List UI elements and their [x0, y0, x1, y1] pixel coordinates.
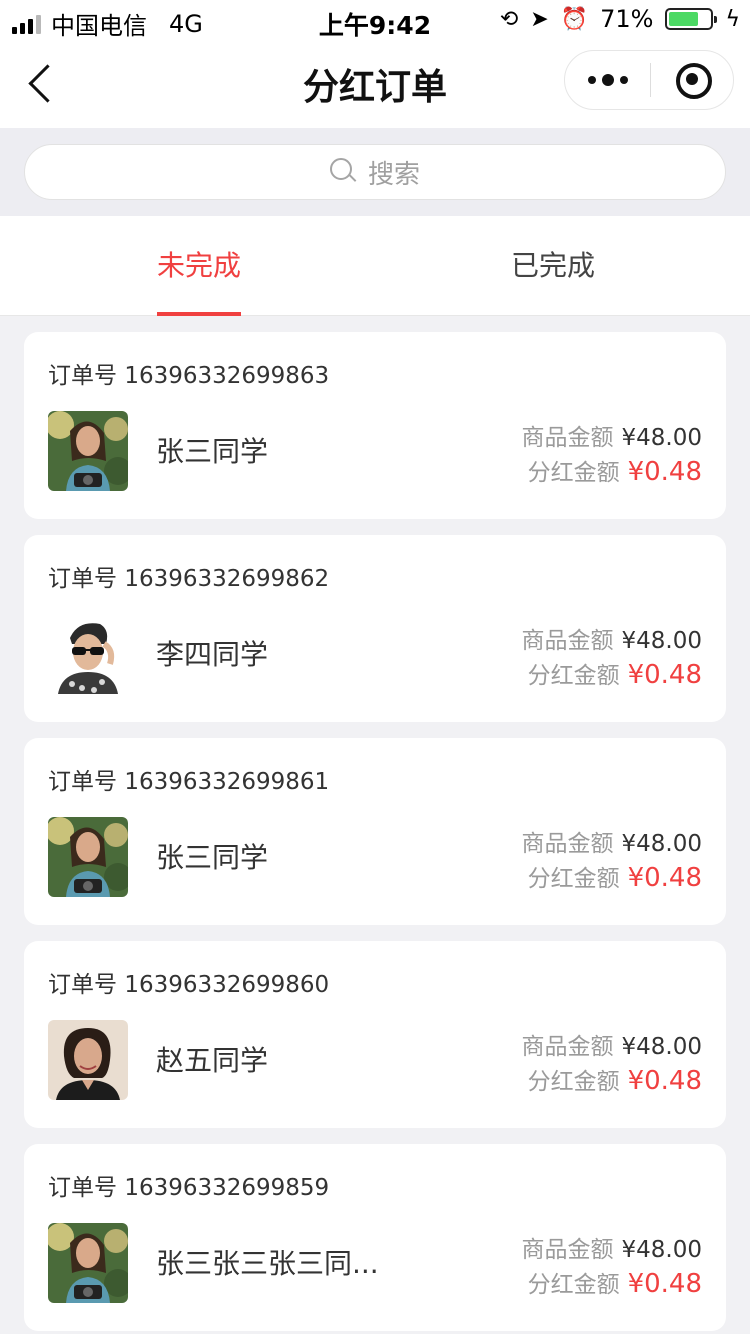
dividend-amount: ¥0.48 — [627, 1269, 702, 1299]
order-card[interactable]: 订单号 16396332699859 张三张三张三同... 商品金额 ¥48.00… — [24, 1144, 726, 1331]
goods-amount-label: 商品金额 — [521, 831, 614, 857]
dividend-amount-label: 分红金额 — [527, 866, 620, 892]
customer-name: 张三同学 — [156, 841, 269, 874]
customer-name: 赵五同学 — [156, 1044, 269, 1077]
order-number: 订单号 16396332699860 — [48, 972, 330, 998]
goods-amount: ¥48.00 — [621, 831, 702, 857]
status-right: ⟲ ➤ ⏰ 71% ϟ — [500, 5, 740, 33]
order-card[interactable]: 订单号 16396332699862 李四同学 商品金额 ¥48.00 分红金额 ¥… — [24, 535, 726, 722]
mini-program-capsule — [564, 50, 734, 110]
customer-name: 张三同学 — [156, 435, 269, 468]
avatar — [48, 817, 128, 897]
avatar — [48, 1020, 128, 1100]
dividend-amount-label: 分红金额 — [527, 663, 620, 689]
order-number: 订单号 16396332699863 — [48, 363, 330, 389]
tab-unfinished-label: 未完成 — [157, 216, 242, 316]
dividend-amount: ¥0.48 — [627, 660, 702, 690]
goods-amount-label: 商品金额 — [521, 628, 614, 654]
tab-finished-label: 已完成 — [511, 249, 596, 282]
dividend-amount: ¥0.48 — [627, 863, 702, 893]
avatar — [48, 411, 128, 491]
order-amounts: 商品金额 ¥48.00 分红金额 ¥0.48 — [522, 621, 702, 691]
order-number: 订单号 16396332699862 — [48, 566, 330, 592]
avatar-girl-photo-icon — [48, 817, 128, 897]
search-input[interactable]: 搜索 — [24, 144, 726, 200]
order-number: 订单号 16396332699859 — [48, 1175, 330, 1201]
battery-icon — [665, 8, 718, 30]
battery-percent: 71% — [600, 5, 654, 33]
order-amounts: 商品金额 ¥48.00 分红金额 ¥0.48 — [522, 824, 702, 894]
goods-amount-label: 商品金额 — [521, 1237, 614, 1263]
customer-name: 李四同学 — [156, 638, 269, 671]
search-bar-area: 搜索 — [0, 128, 750, 216]
order-amounts: 商品金额 ¥48.00 分红金额 ¥0.48 — [522, 418, 702, 488]
goods-amount-label: 商品金额 — [521, 1034, 614, 1060]
avatar — [48, 614, 128, 694]
order-card[interactable]: 订单号 16396332699861 张三同学 商品金额 ¥48.00 分红金额 ¥… — [24, 738, 726, 925]
order-amounts: 商品金额 ¥48.00 分红金额 ¥0.48 — [522, 1230, 702, 1300]
avatar-girl-photo-icon — [48, 1223, 128, 1303]
dividend-amount: ¥0.48 — [627, 1066, 702, 1096]
goods-amount-label: 商品金额 — [521, 425, 614, 451]
order-amounts: 商品金额 ¥48.00 分红金额 ¥0.48 — [522, 1027, 702, 1097]
tab-finished[interactable]: 已完成 — [375, 216, 750, 316]
avatar — [48, 1223, 128, 1303]
dividend-amount-label: 分红金额 — [527, 1069, 620, 1095]
status-tabs: 未完成 已完成 — [0, 216, 750, 316]
goods-amount: ¥48.00 — [621, 425, 702, 451]
goods-amount: ¥48.00 — [621, 1034, 702, 1060]
tab-unfinished[interactable]: 未完成 — [15, 216, 380, 316]
more-dots-icon[interactable] — [565, 51, 650, 109]
order-list: 订单号 16396332699863 张三同学 商品金额 ¥48.00 分红金额 ¥… — [24, 332, 726, 1334]
dividend-amount: ¥0.48 — [627, 457, 702, 487]
avatar-man-sunglasses-icon — [48, 614, 128, 694]
customer-name: 张三张三张三同... — [156, 1247, 379, 1280]
dividend-amount-label: 分红金额 — [527, 460, 620, 486]
order-card[interactable]: 订单号 16396332699860 赵五同学 商品金额 ¥48.00 分红金额 ¥… — [24, 941, 726, 1128]
goods-amount: ¥48.00 — [621, 1237, 702, 1263]
charging-bolt-icon: ϟ — [725, 6, 740, 32]
search-icon — [329, 158, 358, 186]
dividend-amount-label: 分红金额 — [527, 1272, 620, 1298]
order-card[interactable]: 订单号 16396332699863 张三同学 商品金额 ¥48.00 分红金额 ¥… — [24, 332, 726, 519]
avatar-woman-portrait-icon — [48, 1020, 128, 1100]
avatar-girl-photo-icon — [48, 411, 128, 491]
close-target-icon[interactable] — [651, 51, 735, 109]
order-number: 订单号 16396332699861 — [48, 769, 330, 795]
location-arrow-icon: ➤ — [530, 6, 549, 32]
status-bar: 中国电信 4G 上午9:42 ⟲ ➤ ⏰ 71% ϟ — [0, 0, 750, 40]
rotation-lock-icon: ⟲ — [499, 6, 519, 32]
search-placeholder: 搜索 — [367, 159, 420, 190]
alarm-icon: ⏰ — [560, 6, 589, 32]
nav-bar: 分红订单 — [0, 40, 750, 128]
goods-amount: ¥48.00 — [621, 628, 702, 654]
